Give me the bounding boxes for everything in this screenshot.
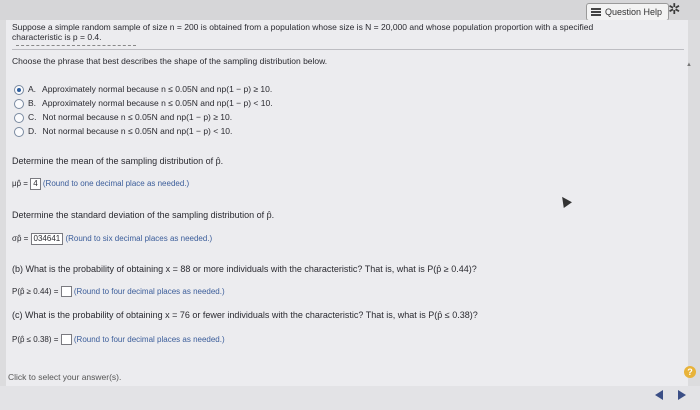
mean-input[interactable]: 4 [30,178,41,190]
part-c-label: P(p̂ ≤ 0.38) = [12,335,59,344]
option-letter: D. [28,126,37,136]
sd-symbol: σp̂ = [12,234,29,244]
mean-prompt: Determine the mean of the sampling distr… [12,156,224,166]
part-c-prompt: (c) What is the probability of obtaining… [12,310,478,320]
bottom-bar [0,386,700,410]
mean-symbol: μp̂ = [12,179,28,189]
sd-prompt: Determine the standard deviation of the … [12,210,275,220]
radio-b[interactable] [14,98,24,109]
sd-input[interactable]: 034641 [30,233,64,245]
part-b-input[interactable] [60,286,72,298]
mean-answer-row: μp̂ = 4 (Round to one decimal place as n… [12,178,189,190]
mean-hint: (Round to one decimal place as needed.) [42,179,190,189]
option-text: Approximately normal because n ≤ 0.05N a… [42,98,273,108]
option-letter: A. [28,84,37,94]
sd-hint: (Round to six decimal places as needed.) [65,234,213,244]
question-help-button[interactable]: Question Help [586,3,670,21]
option-letter: B. [28,98,37,108]
right-arrow-icon[interactable] [678,390,686,400]
question-panel [6,20,688,386]
radio-a[interactable] [14,84,24,95]
list-icon [591,8,601,16]
part-b-answer-row: P(p̂ ≥ 0.44) = (Round to four decimal pl… [12,286,225,298]
gear-icon[interactable]: ✲ [668,2,681,18]
option-b[interactable]: B. Approximately normal because n ≤ 0.05… [14,98,273,109]
part-c-hint: (Round to four decimal places as needed.… [73,335,225,344]
option-d[interactable]: D. Not normal because n ≤ 0.05N and np(1… [14,126,232,137]
option-text: Not normal because n ≤ 0.05N and np(1 − … [42,112,233,122]
intro-line-2: characteristic is p = 0.4. [12,32,102,42]
option-text: Not normal because n ≤ 0.05N and np(1 − … [42,126,233,136]
question-icon[interactable]: ? [684,366,696,378]
sd-answer-row: σp̂ = 034641 (Round to six decimal place… [12,233,212,245]
part-b-hint: (Round to four decimal places as needed.… [73,287,225,296]
problem-statement: Suppose a simple random sample of size n… [12,22,662,42]
part-b-prompt: (b) What is the probability of obtaining… [12,264,477,274]
option-letter: C. [28,112,37,122]
option-a[interactable]: A. Approximately normal because n ≤ 0.05… [14,84,272,95]
intro-line-1: Suppose a simple random sample of size n… [12,22,594,32]
part-b-label: P(p̂ ≥ 0.44) = [12,287,59,296]
part-c-answer-row: P(p̂ ≤ 0.38) = (Round to four decimal pl… [12,334,225,346]
option-c[interactable]: C. Not normal because n ≤ 0.05N and np(1… [14,112,232,123]
click-to-select-message: Click to select your answer(s). [8,372,122,382]
radio-c[interactable] [14,112,24,123]
scroll-up-icon[interactable]: ▲ [686,62,692,68]
part-c-input[interactable] [60,334,72,346]
option-text: Approximately normal because n ≤ 0.05N a… [42,84,273,94]
divider [12,49,684,50]
left-arrow-icon[interactable] [655,390,663,400]
radio-d[interactable] [14,126,24,137]
shape-prompt: Choose the phrase that best describes th… [12,56,328,66]
question-help-label: Question Help [605,7,663,17]
